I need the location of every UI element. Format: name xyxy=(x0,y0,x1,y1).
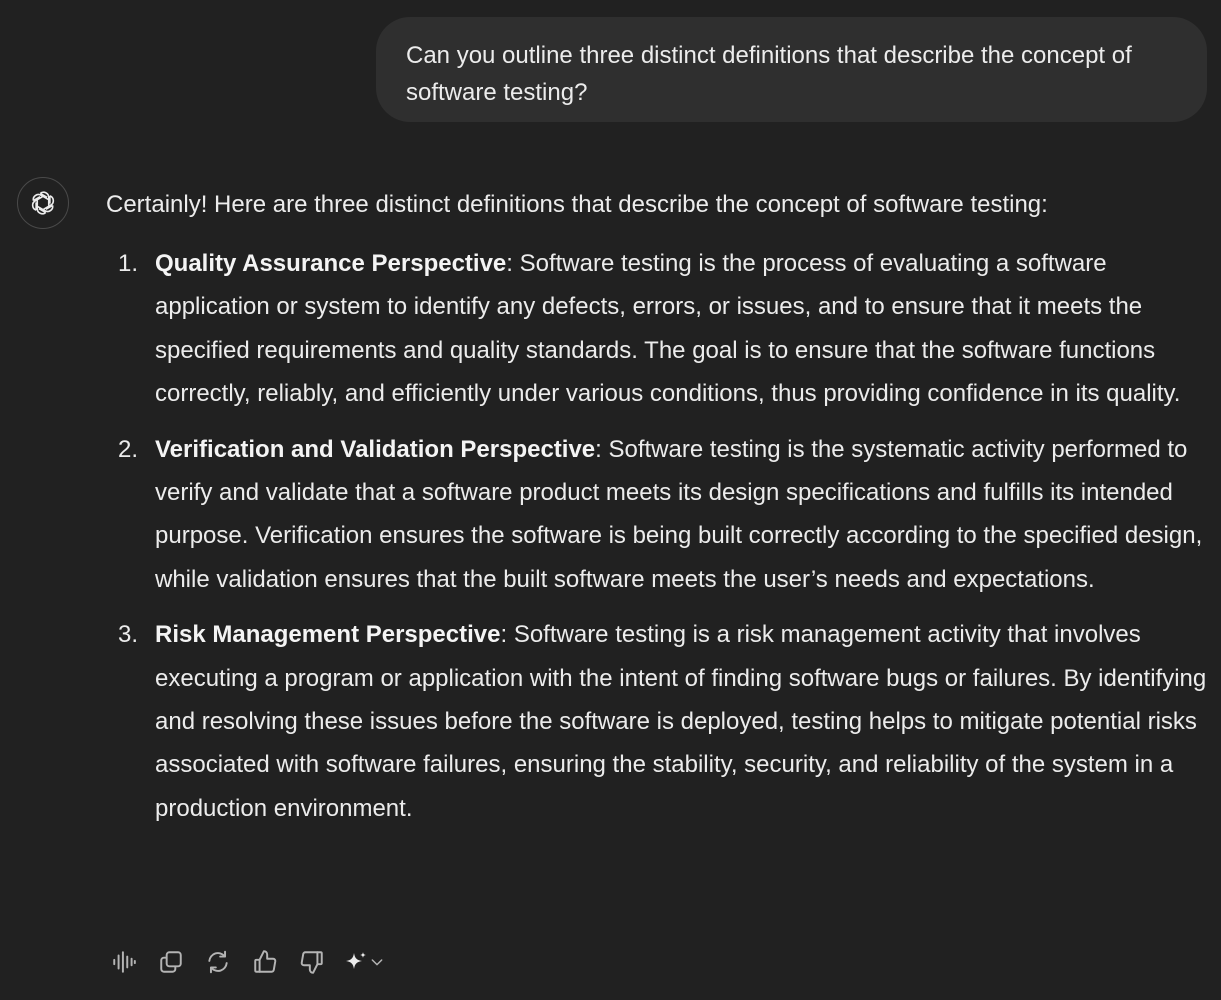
thumbs-up-icon xyxy=(253,950,276,973)
thumbs-down-icon xyxy=(300,951,323,974)
read-aloud-icon xyxy=(112,951,136,973)
assistant-message: Certainly! Here are three distinct defin… xyxy=(106,186,1216,842)
user-message-bubble: Can you outline three distinct definitio… xyxy=(376,17,1207,122)
user-message-text: Can you outline three distinct definitio… xyxy=(406,42,1132,106)
list-number: 3. xyxy=(118,621,139,649)
copy-icon xyxy=(159,951,182,973)
assistant-intro: Certainly! Here are three distinct defin… xyxy=(106,191,1048,218)
thumbs-down-button[interactable] xyxy=(294,945,329,980)
chevron-down-icon xyxy=(371,959,382,966)
assistant-avatar xyxy=(17,177,69,229)
definition-term: Quality Assurance Perspective xyxy=(155,250,507,277)
sparkle-model-icon xyxy=(345,952,366,969)
list-number: 2. xyxy=(118,435,139,463)
definition-text: : Software testing is a risk management … xyxy=(155,621,1207,822)
change-model-button[interactable] xyxy=(341,945,387,980)
thumbs-up-button[interactable] xyxy=(247,945,282,980)
regenerate-button[interactable] xyxy=(200,945,235,980)
definition-item: 3. Risk Management Perspective: Software… xyxy=(106,613,1216,830)
copy-button[interactable] xyxy=(153,945,188,980)
read-aloud-button[interactable] xyxy=(106,945,141,980)
regenerate-icon xyxy=(207,950,228,974)
definition-term: Risk Management Perspective xyxy=(155,621,501,649)
list-number: 1. xyxy=(118,250,139,277)
message-actions-bar xyxy=(106,944,387,980)
definition-item: 2. Verification and Validation Perspecti… xyxy=(106,428,1216,602)
definition-item: 1. Quality Assurance Perspective: Softwa… xyxy=(106,242,1216,416)
definition-term: Verification and Validation Perspective xyxy=(155,435,596,463)
chat-page: Can you outline three distinct definitio… xyxy=(0,0,1221,1000)
openai-logo-icon xyxy=(31,191,55,215)
definitions-list: 1. Quality Assurance Perspective : Softwa… xyxy=(106,242,1216,830)
